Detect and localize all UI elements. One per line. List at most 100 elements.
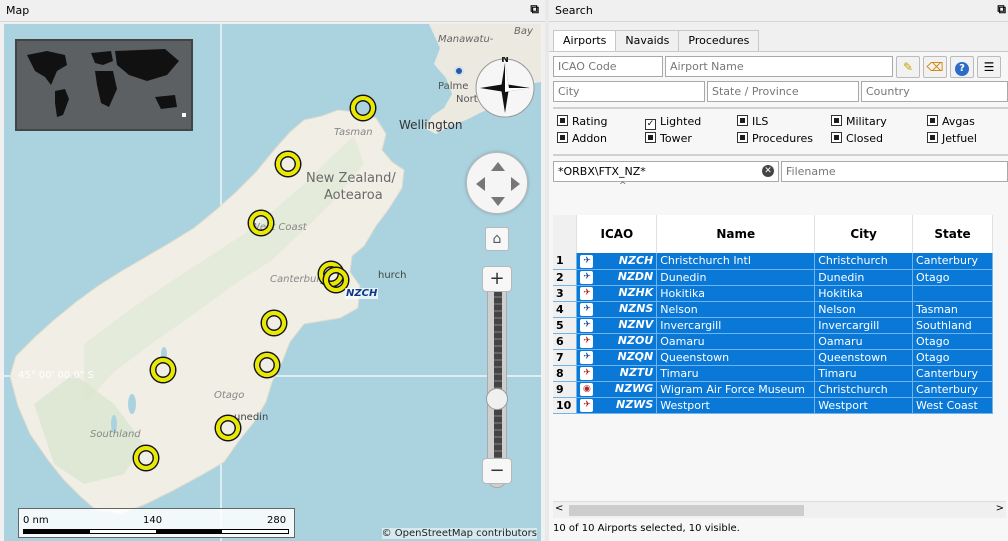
scroll-left-icon[interactable]: < [555,503,563,514]
column-header-city[interactable]: City [814,215,914,253]
checkbox-tower[interactable]: Tower [645,132,692,145]
checkbox-label: Tower [660,132,692,145]
zoom-out-button[interactable]: − [482,458,512,484]
checkbox-closed[interactable]: Closed [831,132,883,145]
city-input[interactable]: City [553,81,705,102]
label-manawatu: Manawatu- [438,34,494,45]
map-titlebar: Map ⧉ [0,0,545,22]
tab-navaids[interactable]: Navaids [615,30,680,52]
zoom-knob[interactable] [486,388,508,410]
checkbox-label: Procedures [752,132,813,145]
cell-name: Wigram Air Force Museum [656,381,816,398]
checkbox-label: Avgas [942,115,975,128]
cell-city: Invercargill [814,317,914,334]
airport-name-input[interactable]: Airport Name [665,56,893,77]
table-row[interactable]: 4 ✈ NZNS Nelson Nelson Tasman [553,301,993,318]
table-row[interactable]: 7 ✈ NZQN Queenstown Queenstown Otago [553,349,993,366]
copyright-text[interactable]: © OpenStreetMap contributors [381,528,537,539]
latitude-label: 45° 00' 00.0" S [18,370,94,381]
cell-name: Westport [656,397,816,414]
airport-marker-nztu[interactable] [262,311,286,335]
help-button[interactable]: ? [950,56,974,78]
airport-marker-nzws[interactable] [276,152,300,176]
icao-text: NZQN [617,350,654,363]
search-title: Search [555,4,593,17]
airport-marker-nzdn[interactable] [216,416,240,440]
zoom-in-button[interactable]: + [482,266,512,292]
label-southland: Southland [90,429,141,440]
navaid-icon[interactable] [454,66,464,76]
compass-rose[interactable]: N [474,55,536,119]
world-overview-map[interactable] [15,39,193,131]
checkbox-rating[interactable]: Rating [557,115,607,128]
checkbox-avgas[interactable]: Avgas [927,115,975,128]
home-icon: ⌂ [492,231,502,247]
clear-filter-button[interactable]: ⌫ [923,56,947,78]
state-input[interactable]: State / Province [707,81,859,102]
cell-state: Otago [912,333,993,350]
tab-airports[interactable]: Airports [553,30,617,52]
icao-text: NZWG [614,382,654,395]
table-row[interactable]: 3 ✈ NZHK Hokitika Hokitika [553,285,993,302]
horizontal-scrollbar[interactable]: < > [553,501,1006,518]
table-row[interactable]: 9 ◉ NZWG Wigram Air Force Museum Christchurc… [553,381,993,398]
checkbox-military[interactable]: Military [831,115,887,128]
checkbox-ils[interactable]: ILS [737,115,768,128]
row-number: 7 [553,349,578,366]
pan-control[interactable] [466,152,528,214]
checkbox-box: ✓ [645,119,656,130]
float-icon[interactable]: ⧉ [997,2,1006,17]
checkbox-box [557,132,568,143]
checkbox-lighted[interactable]: ✓ Lighted [645,115,701,130]
eraser-icon: ⌫ [926,60,944,74]
cell-state: Otago [912,349,993,366]
checkbox-procedures[interactable]: Procedures [737,132,813,145]
airport-marker-nzns[interactable] [351,96,375,120]
cell-city: Christchurch [814,253,914,270]
search-options-button[interactable]: ✎ [896,56,920,78]
airport-type-icon: ✈ [580,399,594,412]
map-view[interactable]: New Zealand/ Aotearoa Wellington Canterb… [4,24,541,541]
airport-marker-nznv[interactable] [134,446,158,470]
table-row[interactable]: 8 ✈ NZTU Timaru Timaru Canterbury [553,365,993,382]
cell-city: Nelson [814,301,914,318]
checkbox-label: Addon [572,132,607,145]
label-bay: Bay [514,26,533,37]
airport-marker-nzhk[interactable] [249,211,273,235]
zoom-track [494,291,502,467]
checkbox-addon[interactable]: Addon [557,132,607,145]
airport-table: ICAO Name City State 1 ✈ NZCH Christchurch … [553,215,993,414]
tab-procedures[interactable]: Procedures [678,30,760,52]
cell-state: West Coast [912,397,993,414]
column-header-state[interactable]: State [912,215,993,253]
float-icon[interactable]: ⧉ [530,2,539,17]
table-row[interactable]: 6 ✈ NZOU Oamaru Oamaru Otago [553,333,993,350]
filename-input[interactable]: Filename [781,161,1008,182]
icao-code-input[interactable]: ICAO Code [553,56,663,77]
airport-marker-nzou[interactable] [255,353,279,377]
country-input[interactable]: Country [861,81,1008,102]
table-header: ICAO Name City State [553,215,993,253]
scroll-right-icon[interactable]: > [996,503,1004,514]
home-button[interactable]: ⌂ [485,227,509,251]
table-row[interactable]: 10 ✈ NZWS Westport Westport West Coast [553,397,993,414]
table-row[interactable]: 2 ✈ NZDN Dunedin Dunedin Otago [553,269,993,286]
cell-name: Nelson [656,301,816,318]
icao-text: NZNV [618,318,654,331]
table-row[interactable]: 5 ✈ NZNV Invercargill Invercargill Southland [553,317,993,334]
column-header-icao[interactable]: ICAO [576,215,658,253]
airport-marker-nzqn[interactable] [151,358,175,382]
scrollbar-thumb[interactable] [569,505,804,516]
path-filter-input[interactable]: *ORBX\FTX_NZ* ✕ [553,161,779,182]
table-row[interactable]: 1 ✈ NZCH Christchurch Intl Christchurch Cante… [553,253,993,270]
icao-text: NZOU [617,334,654,347]
icao-text: NZHK [618,286,654,299]
column-header-name[interactable]: Name [656,215,816,253]
clear-icon[interactable]: ✕ [762,165,774,177]
checkbox-box [831,132,842,143]
scale-bar-graphic [23,529,289,534]
zoom-slider[interactable] [487,266,507,488]
cell-name: Hokitika [656,285,816,302]
checkbox-jetfuel[interactable]: Jetfuel [927,132,977,145]
menu-button[interactable]: ☰ [977,56,1001,78]
